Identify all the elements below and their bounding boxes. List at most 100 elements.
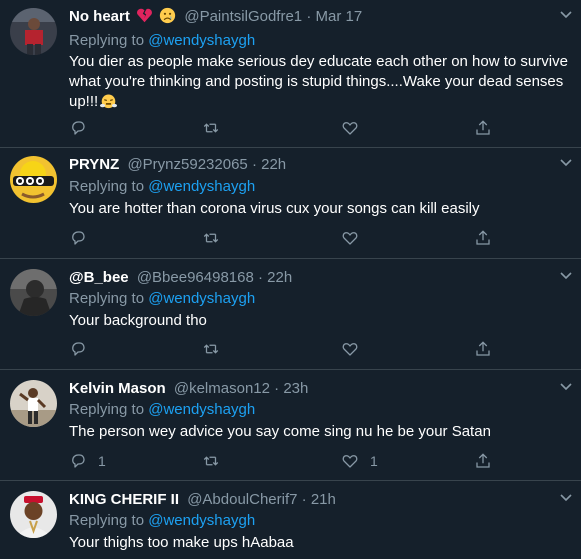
replying-to: Replying to @wendyshaygh (69, 177, 255, 197)
chevron-down-icon[interactable] (559, 491, 573, 505)
steam-face-emoji-icon (100, 94, 118, 109)
avatar[interactable] (10, 156, 57, 203)
reply-button[interactable] (69, 118, 98, 138)
heart-icon (342, 232, 358, 245)
mention-link[interactable]: @wendyshaygh (148, 290, 255, 307)
tweet-text-line: The person wey advice you say come sing … (69, 423, 491, 440)
replying-prefix: Replying to (69, 512, 145, 529)
tweet-header: @B_bee @Bbee96498168 · 22h (69, 267, 292, 289)
tweet-text-line: You are hotter than corona virus cux you… (69, 200, 480, 217)
share-button[interactable] (474, 451, 492, 471)
like-button[interactable]: 1 (341, 451, 378, 471)
user-handle[interactable]: @PaintsilGodfre1 (184, 8, 302, 25)
timestamp[interactable]: 21h (311, 491, 336, 508)
mention-link[interactable]: @wendyshaygh (148, 32, 255, 49)
separator: · (258, 269, 263, 286)
tweet[interactable]: KING CHERIF II @AbdoulCherif7 · 21h Repl… (0, 481, 581, 559)
tweet-header: Kelvin Mason @kelmason12 · 23h (69, 378, 308, 400)
timestamp[interactable]: 22h (267, 269, 292, 286)
reply-icon (72, 342, 85, 356)
tweet-header: PRYNZ @Prynz59232065 · 22h (69, 154, 286, 176)
chevron-down-icon[interactable] (559, 8, 573, 22)
retweet-button[interactable] (202, 228, 231, 248)
crying-face-emoji-icon (160, 7, 176, 24)
timestamp[interactable]: 22h (261, 156, 286, 173)
share-icon (476, 230, 490, 245)
chevron-down-icon[interactable] (559, 269, 573, 283)
retweet-button[interactable] (202, 451, 231, 471)
like-button[interactable] (341, 339, 370, 359)
replying-prefix: Replying to (69, 32, 145, 49)
retweet-button[interactable] (202, 339, 231, 359)
display-name[interactable]: PRYNZ (69, 156, 119, 173)
mention-link[interactable]: @wendyshaygh (148, 178, 255, 195)
tweet-text-line: Your thighs too make ups hAabaa (69, 534, 294, 551)
tweet[interactable]: Kelvin Mason @kelmason12 · 23h Replying … (0, 370, 581, 481)
mention-link[interactable]: @wendyshaygh (148, 401, 255, 418)
avatar[interactable] (10, 380, 57, 427)
separator: · (251, 156, 257, 173)
heart-icon (342, 122, 358, 135)
avatar-image (10, 380, 57, 427)
user-handle[interactable]: @Prynz59232065 (127, 156, 247, 173)
reply-button[interactable] (69, 228, 98, 248)
share-icon (476, 341, 490, 356)
chevron-down-icon[interactable] (559, 380, 573, 394)
avatar[interactable] (10, 269, 57, 316)
tweet-text: The person wey advice you say come sing … (69, 422, 569, 442)
tweet-actions (69, 118, 499, 138)
like-button[interactable] (341, 228, 370, 248)
retweet-button[interactable] (202, 118, 231, 138)
display-name[interactable]: Kelvin Mason (69, 380, 166, 397)
reply-icon (72, 231, 85, 245)
user-handle[interactable]: @AbdoulCherif7 (187, 491, 297, 508)
retweet-icon (203, 233, 219, 243)
reply-count: 1 (98, 453, 106, 469)
replying-prefix: Replying to (69, 290, 145, 307)
share-icon (476, 453, 490, 468)
display-name[interactable]: No heart (69, 8, 130, 25)
like-count: 1 (370, 453, 378, 469)
user-handle[interactable]: @kelmason12 (174, 380, 270, 397)
heart-icon (342, 343, 358, 356)
share-button[interactable] (474, 118, 492, 138)
tweet-text-line: Your background tho (69, 312, 207, 329)
tweet-text: You are hotter than corona virus cux you… (69, 199, 569, 219)
retweet-icon (203, 123, 219, 133)
avatar[interactable] (10, 8, 57, 55)
avatar-image (10, 269, 57, 316)
tweet-text-fragment: up!!! (69, 93, 99, 110)
timestamp[interactable]: Mar 17 (315, 8, 362, 25)
tweet[interactable]: PRYNZ @Prynz59232065 · 22h Replying to @… (0, 148, 581, 259)
mention-link[interactable]: @wendyshaygh (148, 512, 255, 529)
tweet-text-line: what you're thinking and posting is stup… (69, 73, 564, 90)
avatar[interactable] (10, 491, 57, 538)
tweet[interactable]: @B_bee @Bbee96498168 · 22h Replying to @… (0, 259, 581, 370)
share-icon (476, 120, 490, 135)
like-button[interactable] (341, 118, 370, 138)
avatar-image (10, 491, 57, 538)
replying-to: Replying to @wendyshaygh (69, 31, 255, 51)
tweet-text-line: You dier as people make serious dey educ… (69, 53, 568, 70)
reply-icon (72, 454, 85, 468)
separator: · (301, 491, 307, 508)
chevron-down-icon[interactable] (559, 156, 573, 170)
tweet-actions: 1 1 (69, 451, 499, 471)
separator: · (306, 8, 312, 25)
display-name[interactable]: KING CHERIF II (69, 491, 179, 508)
tweet-actions (69, 228, 499, 248)
avatar-image (10, 8, 57, 55)
retweet-icon (203, 344, 219, 354)
user-handle[interactable]: @Bbee96498168 (137, 269, 254, 286)
share-button[interactable] (474, 228, 492, 248)
reply-button[interactable]: 1 (69, 451, 106, 471)
tweet[interactable]: No heart @PaintsilGodfre1 · Mar 17 Reply… (0, 0, 581, 148)
timestamp[interactable]: 23h (283, 380, 308, 397)
display-name[interactable]: @B_bee (69, 269, 129, 286)
share-button[interactable] (474, 339, 492, 359)
tweet-text: Your thighs too make ups hAabaa (69, 533, 569, 553)
tweet-text: You dier as people make serious dey educ… (69, 52, 569, 112)
replying-prefix: Replying to (69, 178, 145, 195)
reply-button[interactable] (69, 339, 98, 359)
tweet-header: KING CHERIF II @AbdoulCherif7 · 21h (69, 489, 336, 511)
